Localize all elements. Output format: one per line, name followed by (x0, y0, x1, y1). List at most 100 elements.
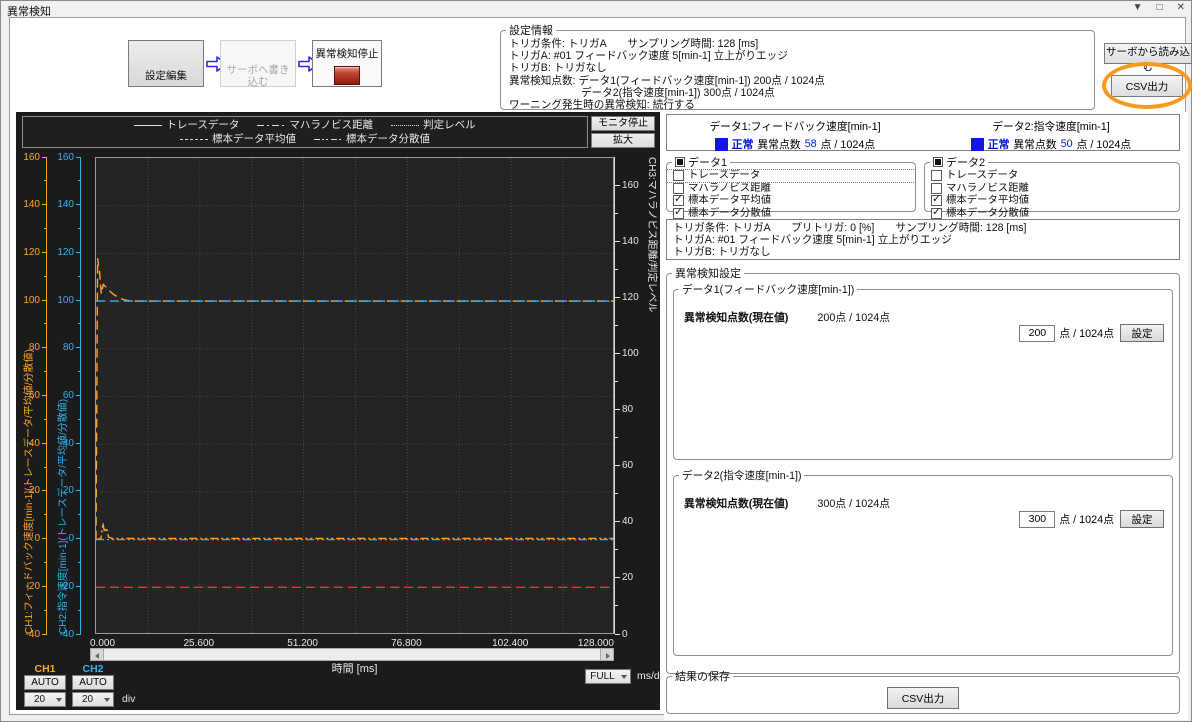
axis-tick (42, 157, 47, 158)
axis-label-ch3: CH3:マハラノビス距離/判定レベル (646, 157, 661, 634)
checkbox-trace-data[interactable]: トレースデータ (667, 170, 915, 182)
result-save-title: 結果の保存 (672, 668, 733, 684)
axis-tick-label: 60 (63, 390, 74, 401)
axis-tick-label: 160 (622, 180, 639, 191)
axis-tick (44, 228, 47, 229)
checkbox-trace-data[interactable]: トレースデータ (925, 170, 1179, 182)
axis-tick (44, 323, 47, 324)
group-checkbox-icon[interactable] (933, 157, 943, 167)
caret-down-icon (104, 698, 110, 702)
monitor-stop-button[interactable]: モニタ停止 (591, 116, 655, 131)
axis-tick (76, 443, 81, 444)
y-axis-ch3: 020406080100120140160 (614, 157, 615, 634)
axis-tick-label: 80 (63, 342, 74, 353)
time-range-dropdown[interactable]: FULL (585, 669, 631, 684)
x-axis-title: 時間 [ms] (95, 660, 614, 676)
read-from-servo-button[interactable]: サーボから読み込む (1104, 43, 1192, 64)
axis-tick (76, 204, 81, 205)
status-data2-title: データ2:指令速度[min-1] (923, 118, 1179, 134)
axis-tick (44, 562, 47, 563)
status-state: 正常 (988, 136, 1010, 152)
axis-tick (76, 157, 81, 158)
legend-line-sample-icon (257, 125, 285, 126)
axis-tick (42, 300, 47, 301)
window-controls: ▼ □ ✕ (1133, 2, 1185, 13)
legend-label: トレースデータ (166, 118, 239, 132)
axis-tick-label: 120 (57, 247, 74, 258)
group-checkbox-icon[interactable] (675, 157, 685, 167)
axis-tick-label: -40 (26, 629, 40, 640)
checkbox-sample-variance[interactable]: 標本データ分散値 (925, 208, 1179, 220)
plot-area (95, 157, 614, 634)
axis-tick (78, 514, 81, 515)
expand-button[interactable]: 拡大 (591, 133, 655, 148)
ch2-scale-dropdown[interactable]: 20 (72, 692, 114, 707)
minimize-icon[interactable]: ▼ (1133, 2, 1143, 13)
chart-panel: トレースデータマハラノビス距離判定レベル標本データ平均値標本データ分散値 モニタ… (16, 112, 660, 710)
legend-line-sample-icon (180, 139, 208, 140)
csv-export-button[interactable]: CSV出力 (1111, 75, 1183, 97)
axis-tick (615, 297, 620, 298)
axis-tick-label: -20 (26, 581, 40, 592)
stop-icon (334, 66, 360, 85)
checkbox-mahalanobis[interactable]: マハラノビス距離 (925, 183, 1179, 195)
status-data1-title: データ1:フィードバック速度[min-1] (667, 118, 923, 134)
axis-tick (615, 634, 620, 635)
ch1-scale-dropdown[interactable]: 20 (24, 692, 66, 707)
settings-info-line: トリガ条件: トリガA サンプリング時間: 128 [ms] (501, 38, 1094, 50)
axis-tick-label: 40 (63, 438, 74, 449)
trigger-info-line: トリガA: #01 フィードバック速度 5[min-1] 立上がりエッジ (673, 235, 1179, 247)
close-icon[interactable]: ✕ (1177, 2, 1185, 13)
axis-tick (76, 634, 81, 635)
axis-tick-label: 140 (57, 199, 74, 210)
axis-tick (42, 204, 47, 205)
display-group-data2: データ2 トレースデータ マハラノビス距離 標本データ平均値 標本データ分散値 (924, 154, 1180, 212)
axis-tick (615, 241, 620, 242)
axis-tick (78, 467, 81, 468)
axis-tick (78, 562, 81, 563)
axis-tick (615, 437, 618, 438)
maximize-icon[interactable]: □ (1157, 2, 1163, 13)
axis-tick (76, 300, 81, 301)
status-total: 点 / 1024点 (1077, 136, 1132, 152)
checkbox-mahalanobis[interactable]: マハラノビス距離 (667, 183, 915, 195)
display-group-data2-title: データ2 (946, 157, 985, 169)
axis-tick (42, 252, 47, 253)
settings-info-line: 異常検知点数: データ1(フィードバック速度[min-1]) 200点 / 10… (501, 75, 1094, 87)
checkbox-icon (931, 208, 942, 219)
legend-row: トレースデータマハラノビス距離判定レベル (23, 118, 587, 132)
checkbox-sample-mean[interactable]: 標本データ平均値 (925, 195, 1179, 207)
detection-points-input[interactable] (1019, 511, 1055, 528)
detection-points-unit: 点 / 1024点 (1059, 325, 1114, 341)
axis-tick (78, 180, 81, 181)
ch1-auto-button[interactable]: AUTO (24, 675, 66, 690)
status-count-label: 異常点数 (757, 136, 800, 152)
detection-points-input[interactable] (1019, 325, 1055, 342)
axis-tick (78, 610, 81, 611)
axis-tick (42, 634, 47, 635)
settings-info-line: データ2(指令速度[min-1]) 300点 / 1024点 (501, 87, 1094, 99)
checkbox-sample-mean[interactable]: 標本データ平均値 (667, 195, 915, 207)
detection-data2-group: データ2(指令速度[min-1]) 異常検知点数(現在値) 300点 / 102… (673, 468, 1173, 656)
axis-tick-label: 60 (29, 390, 40, 401)
ch1-label: CH1 (24, 663, 66, 675)
set-button[interactable]: 設定 (1120, 324, 1164, 342)
display-group-data1: データ1 トレースデータ マハラノビス距離 標本データ平均値 標本データ分散値 (666, 154, 916, 212)
legend-item: 標本データ平均値 (180, 132, 296, 146)
axis-tick-label: 80 (622, 404, 633, 415)
checkbox-icon (673, 183, 684, 194)
axis-tick (42, 395, 47, 396)
result-save-group: 結果の保存 CSV出力 (666, 668, 1180, 714)
set-button[interactable]: 設定 (1120, 510, 1164, 528)
write-to-servo-button[interactable]: サーボへ書き込む (220, 40, 296, 87)
csv-export-result-button[interactable]: CSV出力 (887, 687, 959, 709)
axis-tick-label: -20 (60, 581, 74, 592)
ch2-auto-button[interactable]: AUTO (72, 675, 114, 690)
detection-points-label: 異常検知点数(現在値) (684, 312, 788, 324)
status-total: 点 / 1024点 (821, 136, 876, 152)
stop-detection-button[interactable]: 異常検知停止 (312, 40, 382, 87)
edit-settings-button[interactable]: 設定編集 (128, 40, 204, 87)
chevron-left-icon (95, 653, 99, 659)
y-axis-ch1: -40-20020406080100120140160 (46, 157, 47, 634)
checkbox-sample-variance[interactable]: 標本データ分散値 (667, 208, 915, 220)
